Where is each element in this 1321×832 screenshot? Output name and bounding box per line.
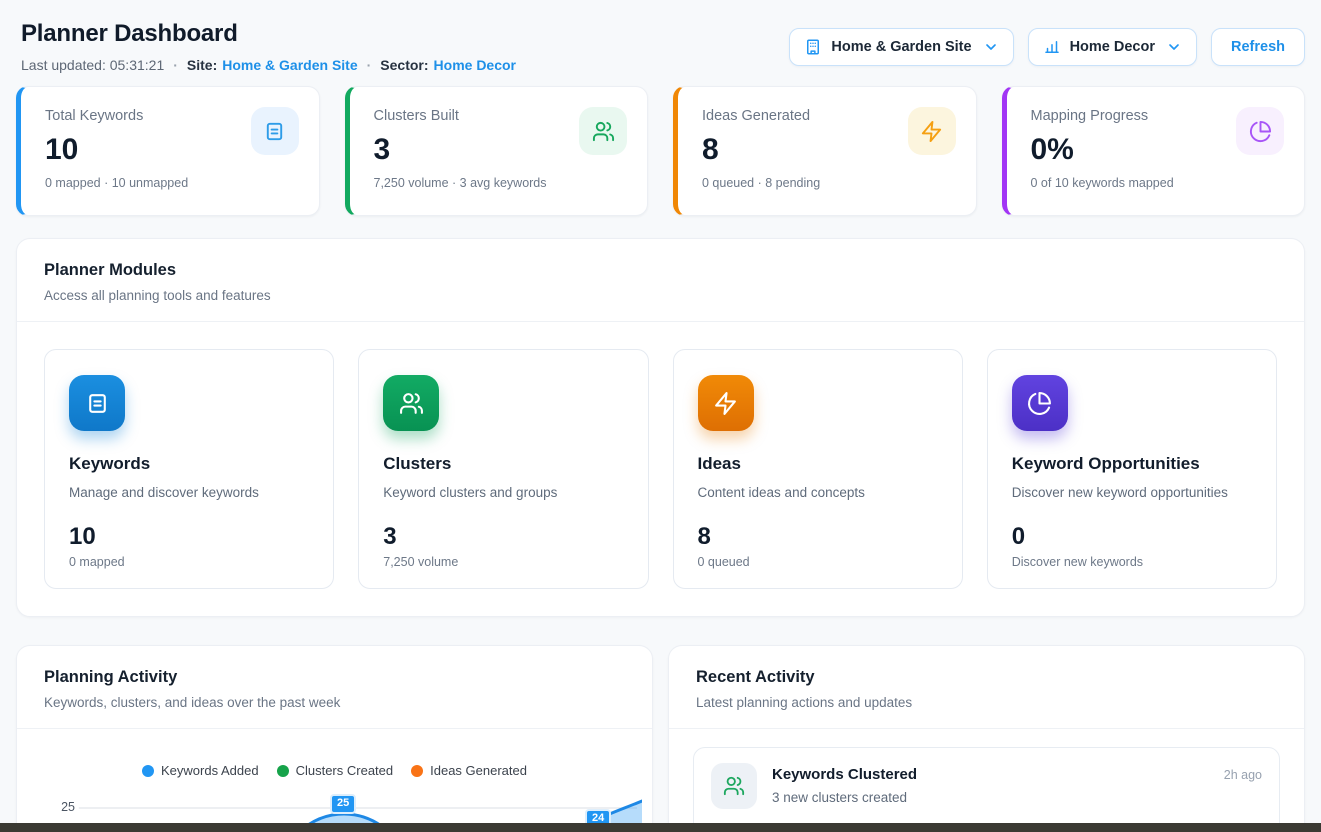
legend-item-clusters-created[interactable]: Clusters Created [277, 763, 394, 778]
last-updated-text: Last updated: 05:31:21 [21, 57, 164, 73]
panel-title: Planning Activity [44, 668, 625, 687]
window-bottom-edge [0, 823, 1321, 832]
module-title: Clusters [383, 454, 623, 474]
bar-chart-icon [1043, 38, 1061, 56]
bolt-icon [698, 375, 754, 431]
panel-header: Planning Activity Keywords, clusters, an… [17, 646, 652, 729]
stats-row: Total Keywords 10 0 mapped · 10 unmapped… [16, 86, 1305, 216]
site-label: Site: [187, 57, 217, 73]
legend-item-ideas-generated[interactable]: Ideas Generated [411, 763, 527, 778]
sector-selector-dropdown[interactable]: Home Decor [1028, 28, 1197, 66]
panel-subtitle: Keywords, clusters, and ideas over the p… [44, 695, 625, 710]
recent-activity-panel: Recent Activity Latest planning actions … [668, 645, 1305, 832]
sector-link[interactable]: Home Decor [434, 57, 516, 73]
activity-item-content: Keywords Clustered 2h ago 3 new clusters… [772, 763, 1262, 827]
pie-chart-icon [1236, 107, 1284, 155]
recent-activity-list: Keywords Clustered 2h ago 3 new clusters… [669, 729, 1304, 832]
document-icon [251, 107, 299, 155]
sector-label: Sector: [380, 57, 428, 73]
header-titles: Planner Dashboard Last updated: 05:31:21… [16, 20, 516, 73]
activity-item-keywords-clustered[interactable]: Keywords Clustered 2h ago 3 new clusters… [693, 747, 1280, 832]
modules-grid: Keywords Manage and discover keywords 10… [17, 322, 1304, 616]
chevron-down-icon [1166, 39, 1182, 55]
separator-dot: · [173, 57, 178, 73]
users-icon [711, 763, 757, 809]
activity-item-title: Keywords Clustered [772, 766, 917, 783]
activity-item-description: 3 new clusters created [772, 790, 1262, 805]
panel-title: Recent Activity [696, 668, 1277, 687]
separator-dot: · [367, 57, 372, 73]
legend-item-keywords-added[interactable]: Keywords Added [142, 763, 259, 778]
site-link[interactable]: Home & Garden Site [222, 57, 357, 73]
page-title: Planner Dashboard [21, 20, 516, 48]
planner-dashboard-page: Planner Dashboard Last updated: 05:31:21… [0, 0, 1321, 832]
module-subtext: 0 mapped [69, 555, 309, 569]
legend-dot-blue [142, 765, 154, 777]
module-subtext: Discover new keywords [1012, 555, 1252, 569]
document-icon [69, 375, 125, 431]
module-description: Manage and discover keywords [69, 485, 309, 500]
module-description: Discover new keyword opportunities [1012, 485, 1252, 500]
chart-legend: Keywords Added Clusters Created Ideas Ge… [27, 763, 642, 778]
legend-label: Ideas Generated [430, 763, 527, 778]
planner-modules-panel: Planner Modules Access all planning tool… [16, 238, 1305, 617]
activity-chart-area: Keywords Added Clusters Created Ideas Ge… [17, 729, 652, 832]
module-card-clusters[interactable]: Clusters Keyword clusters and groups 3 7… [358, 349, 648, 589]
activity-item-timestamp: 2h ago [1224, 768, 1262, 782]
module-title: Keywords [69, 454, 309, 474]
legend-label: Keywords Added [161, 763, 259, 778]
stat-subtext: 0 queued · 8 pending [702, 176, 952, 190]
building-icon [804, 38, 822, 56]
panel-subtitle: Latest planning actions and updates [696, 695, 1277, 710]
stat-card-mapping-progress[interactable]: Mapping Progress 0% 0 of 10 keywords map… [1002, 86, 1306, 216]
module-value: 3 [383, 523, 623, 551]
module-subtext: 0 queued [698, 555, 938, 569]
module-value: 8 [698, 523, 938, 551]
legend-label: Clusters Created [296, 763, 394, 778]
stat-subtext: 7,250 volume · 3 avg keywords [374, 176, 624, 190]
module-value: 10 [69, 523, 309, 551]
refresh-button[interactable]: Refresh [1211, 28, 1305, 66]
planning-activity-panel: Planning Activity Keywords, clusters, an… [16, 645, 653, 832]
users-icon [579, 107, 627, 155]
bolt-icon [908, 107, 956, 155]
site-selector-label: Home & Garden Site [831, 39, 971, 55]
site-selector-dropdown[interactable]: Home & Garden Site [789, 28, 1013, 66]
module-subtext: 7,250 volume [383, 555, 623, 569]
page-header: Planner Dashboard Last updated: 05:31:21… [16, 20, 1305, 73]
sector-selector-label: Home Decor [1070, 39, 1155, 55]
module-description: Content ideas and concepts [698, 485, 938, 500]
chevron-down-icon [983, 39, 999, 55]
module-card-keywords[interactable]: Keywords Manage and discover keywords 10… [44, 349, 334, 589]
stat-card-clusters-built[interactable]: Clusters Built 3 7,250 volume · 3 avg ke… [345, 86, 649, 216]
users-icon [383, 375, 439, 431]
module-card-keyword-opportunities[interactable]: Keyword Opportunities Discover new keywo… [987, 349, 1277, 589]
header-meta: Last updated: 05:31:21 · Site: Home & Ga… [21, 57, 516, 73]
stat-card-total-keywords[interactable]: Total Keywords 10 0 mapped · 10 unmapped [16, 86, 320, 216]
bottom-panels: Planning Activity Keywords, clusters, an… [16, 645, 1305, 832]
panel-header: Planner Modules Access all planning tool… [17, 239, 1304, 322]
legend-dot-orange [411, 765, 423, 777]
data-point-label: 25 [330, 794, 356, 814]
module-value: 0 [1012, 523, 1252, 551]
stat-subtext: 0 of 10 keywords mapped [1031, 176, 1281, 190]
module-title: Keyword Opportunities [1012, 454, 1252, 474]
module-title: Ideas [698, 454, 938, 474]
stat-subtext: 0 mapped · 10 unmapped [45, 176, 295, 190]
panel-subtitle: Access all planning tools and features [44, 288, 1277, 303]
header-actions: Home & Garden Site Home Decor Refresh [789, 28, 1305, 66]
module-card-ideas[interactable]: Ideas Content ideas and concepts 8 0 que… [673, 349, 963, 589]
pie-chart-icon [1012, 375, 1068, 431]
panel-header: Recent Activity Latest planning actions … [669, 646, 1304, 729]
panel-title: Planner Modules [44, 261, 1277, 280]
stat-card-ideas-generated[interactable]: Ideas Generated 8 0 queued · 8 pending [673, 86, 977, 216]
legend-dot-green [277, 765, 289, 777]
module-description: Keyword clusters and groups [383, 485, 623, 500]
